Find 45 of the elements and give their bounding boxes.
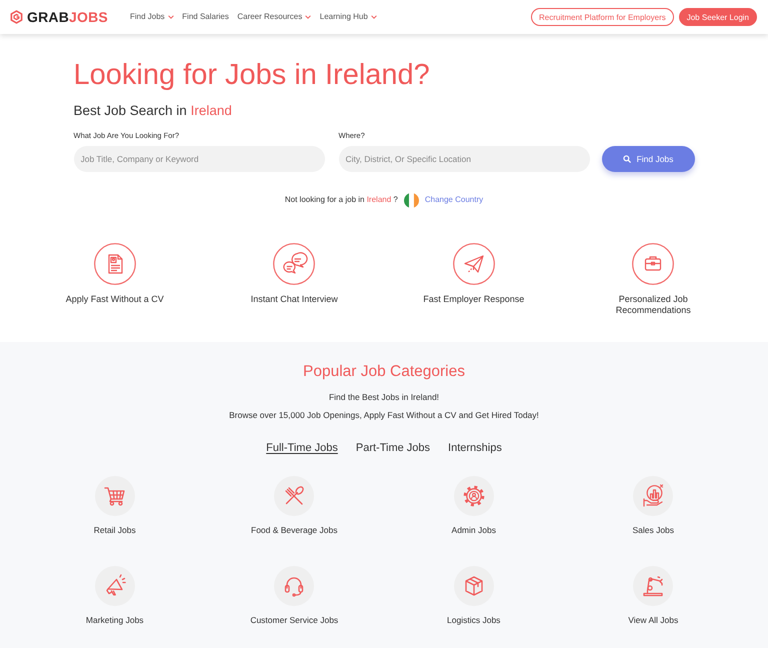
shopping-cart-icon[interactable] (94, 476, 135, 516)
nav-link[interactable]: Find Jobs (130, 12, 174, 22)
robot-arm-icon[interactable] (633, 566, 674, 606)
category-link[interactable]: Marketing Jobs (86, 615, 144, 626)
nav-link[interactable]: Career Resources (237, 12, 312, 22)
megaphone-icon[interactable] (94, 566, 135, 606)
hand-bar-chart-icon[interactable] (633, 476, 674, 516)
section-description: Browse over 15,000 Job Openings, Apply Fast Without a CV and Get Hired Today! (228, 410, 540, 421)
search-icon (622, 155, 631, 163)
feature-label: Personalized Job Recommendations (614, 294, 692, 316)
search-field[interactable]: City, District, Or Specific Location (338, 146, 590, 172)
category-link[interactable]: View All Jobs (628, 615, 678, 626)
gear-person-icon[interactable] (454, 476, 494, 516)
country-note: Not looking for a job in Ireland ? (284, 194, 398, 206)
find-jobs-button[interactable]: Find Jobs (602, 146, 694, 172)
section-title: Popular Job Categories (302, 362, 466, 381)
box-icon[interactable] (454, 566, 494, 606)
job-type-tab[interactable]: Part-Time Jobs (356, 441, 430, 455)
category-link[interactable]: Admin Jobs (452, 525, 496, 536)
briefcase-icon (632, 243, 674, 285)
headset-icon[interactable] (274, 566, 314, 606)
job-type-tab[interactable]: Internships (448, 441, 502, 455)
logo-wordmark[interactable]: GRABJOBS (27, 9, 108, 25)
category-link[interactable]: Customer Service Jobs (250, 615, 338, 626)
category-link[interactable]: Logistics Jobs (447, 615, 500, 626)
flag-icon (404, 192, 419, 208)
chat-bubbles-icon (273, 243, 316, 285)
feature-label: Fast Employer Response (423, 294, 524, 305)
search-subtitle: Best Job Search in Ireland (74, 102, 233, 119)
feature-label: Instant Chat Interview (250, 294, 338, 305)
logo-icon[interactable] (10, 10, 23, 24)
category-link[interactable]: Retail Jobs (94, 525, 136, 536)
resume-icon (94, 243, 136, 285)
nav-link[interactable]: Find Salaries (182, 12, 229, 22)
change-country-link[interactable]: Change Country (424, 192, 484, 208)
job-type-tab[interactable]: Full-Time Jobs (266, 441, 338, 455)
nav-link[interactable]: Learning Hub (320, 12, 377, 22)
fork-and-spoon-icon[interactable] (274, 476, 314, 516)
section-tagline: Find the Best Jobs in Ireland! (328, 392, 440, 403)
feature-label: Apply Fast Without a CV (66, 294, 164, 305)
paper-plane-icon (452, 243, 495, 285)
search-field[interactable]: Job Title, Company or Keyword (74, 146, 324, 172)
category-link[interactable]: Food & Beverage Jobs (251, 525, 338, 536)
category-link[interactable]: Sales Jobs (632, 525, 674, 536)
page-title: Looking for Jobs in Ireland? (74, 58, 431, 93)
